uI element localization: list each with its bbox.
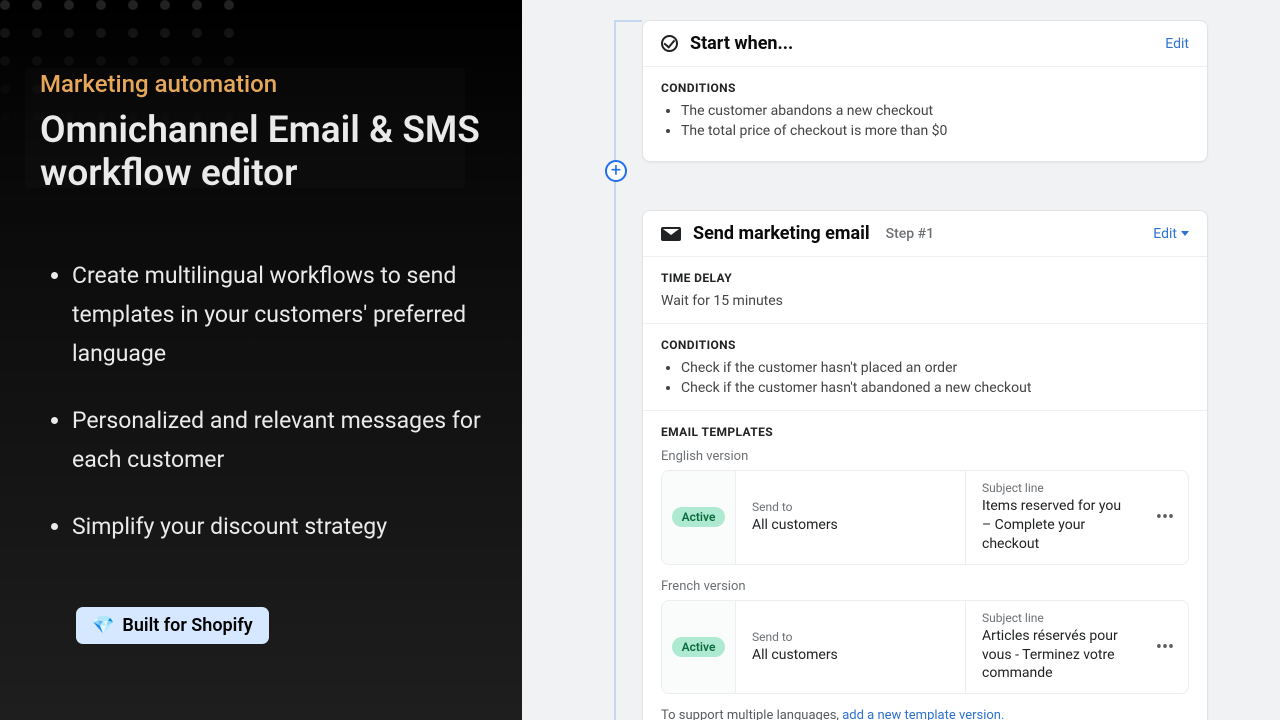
flow-connector: [614, 20, 616, 720]
condition-item: Check if the customer hasn't abandoned a…: [681, 380, 1189, 396]
kebab-icon: •••: [1156, 637, 1174, 658]
badge-label: Built for Shopify: [122, 615, 252, 636]
mail-icon: [661, 227, 681, 241]
template-menu-button[interactable]: •••: [1142, 601, 1188, 694]
condition-item: The customer abandons a new checkout: [681, 103, 1189, 119]
edit-step-button[interactable]: Edit: [1153, 226, 1189, 242]
template-lang-label: French version: [661, 579, 1189, 594]
send-to-value: All customers: [752, 516, 949, 535]
built-for-shopify-badge: 💎 Built for Shopify: [76, 607, 269, 644]
subject-value: Articles réservés pour vous - Terminez v…: [982, 627, 1126, 684]
send-to-value: All customers: [752, 646, 949, 665]
template-row[interactable]: Active Send to All customers Subject lin…: [661, 600, 1189, 695]
start-title: Start when...: [690, 33, 793, 54]
template-status-cell: Active: [662, 601, 736, 694]
step-title: Send marketing email: [693, 223, 870, 244]
start-card: Start when... Edit CONDITIONS The custom…: [642, 20, 1208, 162]
template-row[interactable]: Active Send to All customers Subject lin…: [661, 470, 1189, 565]
gem-icon: 💎: [92, 615, 114, 636]
marketing-left-panel: Marketing automation Omnichannel Email &…: [0, 0, 522, 720]
time-delay-heading: TIME DELAY: [661, 271, 1189, 285]
edit-start-button[interactable]: Edit: [1165, 36, 1189, 52]
template-menu-button[interactable]: •••: [1142, 471, 1188, 564]
subject-label: Subject line: [982, 481, 1126, 495]
subject-label: Subject line: [982, 611, 1126, 625]
send-to-label: Send to: [752, 500, 949, 514]
step-number: Step #1: [886, 226, 934, 242]
support-languages-text: To support multiple languages, add a new…: [661, 708, 1189, 720]
template-status-cell: Active: [662, 471, 736, 564]
status-badge: Active: [672, 507, 726, 527]
conditions-heading: CONDITIONS: [661, 338, 1189, 352]
feature-bullets: Create multilingual workflows to send te…: [50, 256, 482, 547]
feature-bullet: Personalized and relevant messages for e…: [72, 401, 482, 479]
condition-item: The total price of checkout is more than…: [681, 123, 1189, 139]
step-card: Send marketing email Step #1 Edit TIME D…: [642, 210, 1208, 720]
add-step-icon[interactable]: +: [605, 160, 627, 182]
send-to-label: Send to: [752, 630, 949, 644]
condition-item: Check if the customer hasn't placed an o…: [681, 360, 1189, 376]
check-circle-icon: [661, 35, 678, 52]
workflow-canvas: + Start when... Edit CONDITIONS The cust…: [522, 0, 1280, 720]
kebab-icon: •••: [1156, 507, 1174, 528]
feature-bullet: Simplify your discount strategy: [72, 507, 482, 546]
subject-value: Items reserved for you – Complete your c…: [982, 497, 1126, 554]
page-title: Omnichannel Email & SMS workflow editor: [40, 110, 482, 196]
conditions-heading: CONDITIONS: [661, 81, 1189, 95]
time-delay-value: Wait for 15 minutes: [661, 293, 1189, 309]
eyebrow: Marketing automation: [40, 70, 482, 98]
chevron-down-icon: [1181, 231, 1189, 236]
template-lang-label: English version: [661, 449, 1189, 464]
add-template-version-link[interactable]: add a new template version.: [842, 708, 1004, 720]
status-badge: Active: [672, 637, 726, 657]
feature-bullet: Create multilingual workflows to send te…: [72, 256, 482, 373]
templates-heading: EMAIL TEMPLATES: [661, 425, 1189, 439]
